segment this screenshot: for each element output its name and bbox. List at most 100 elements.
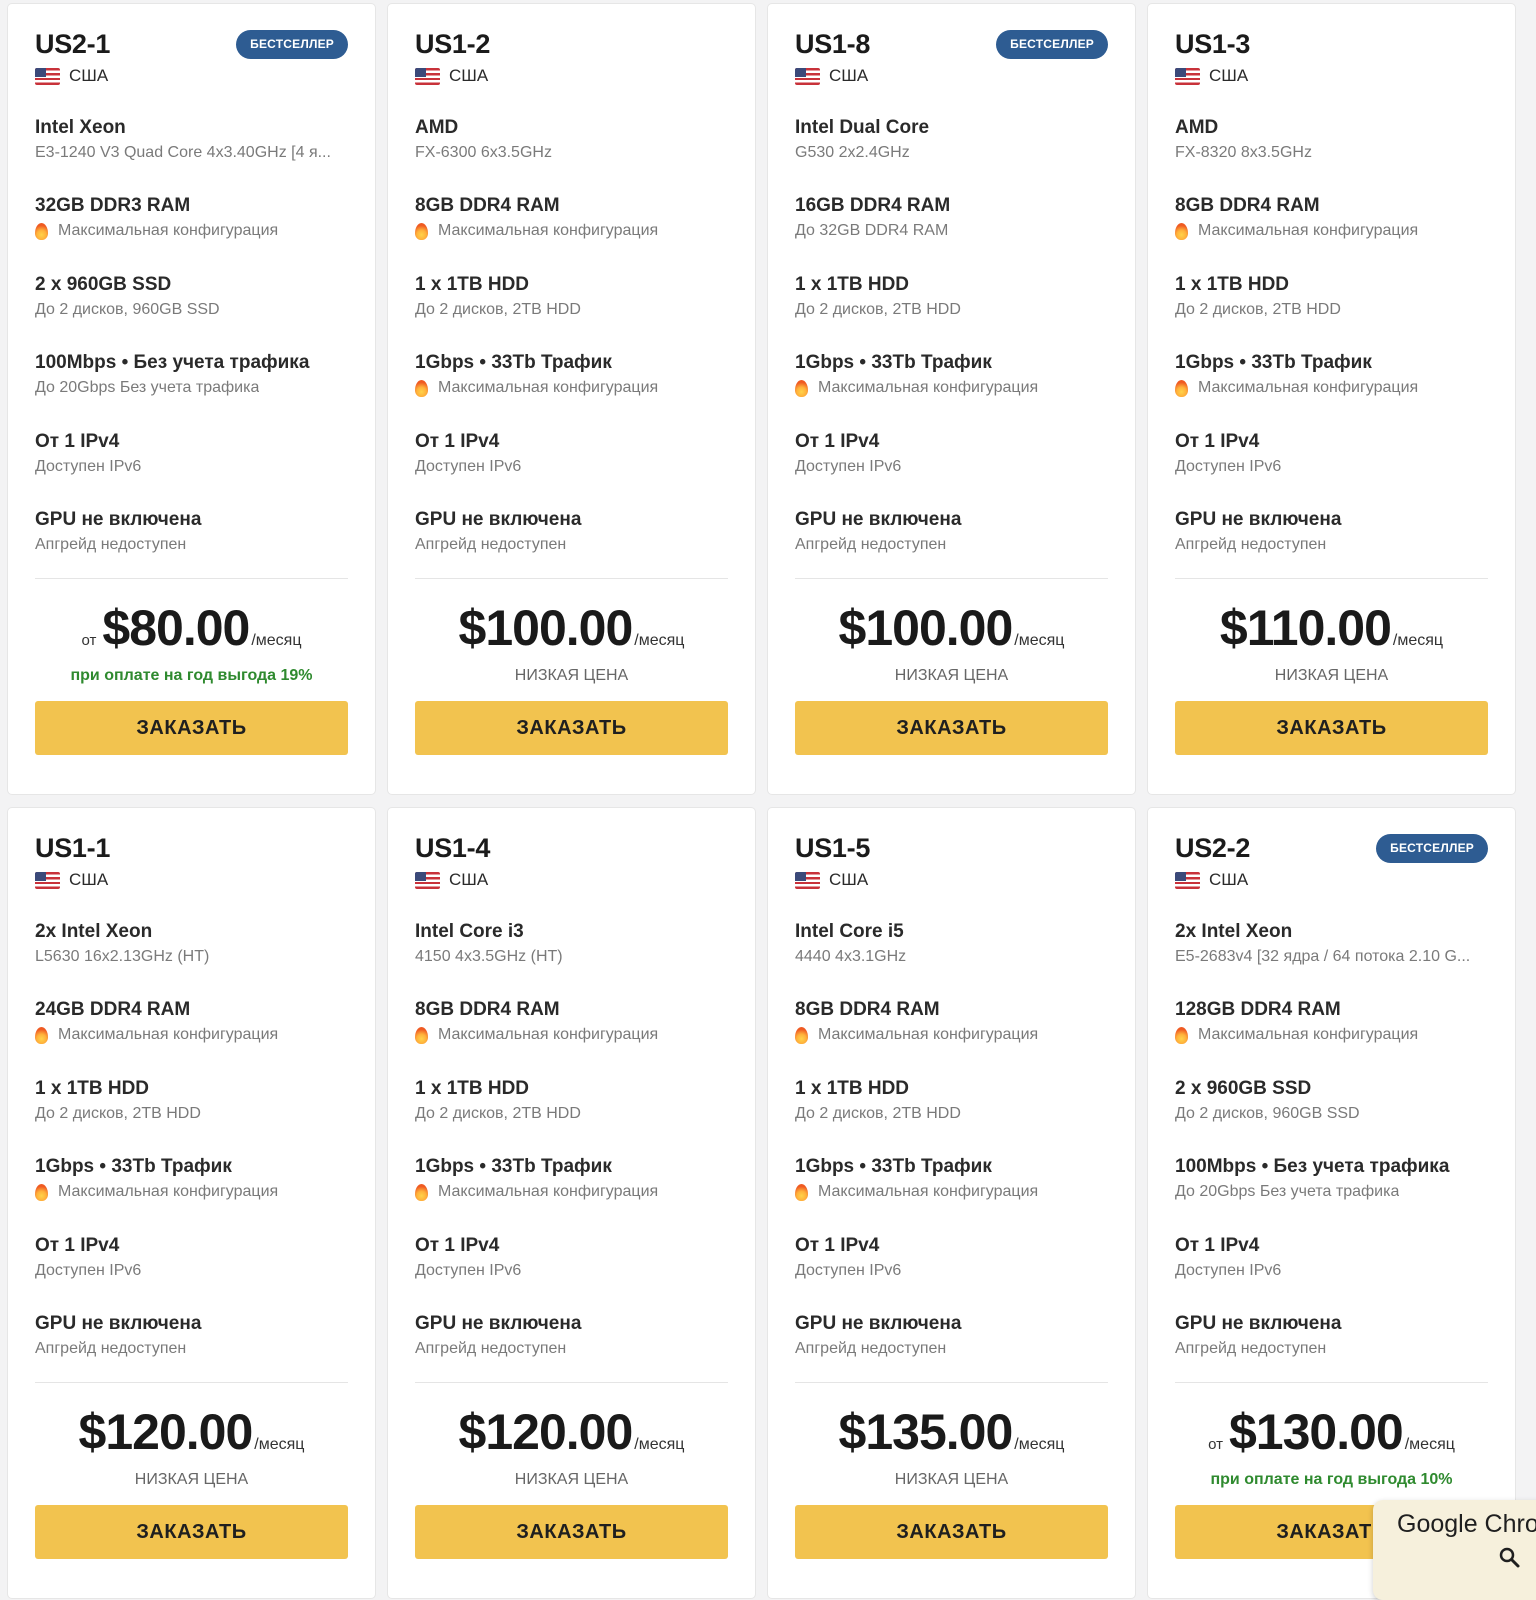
- plan-card: US1-4 США Intel Core i3 4150 4x3.5GHz (HT) 8…: [388, 808, 755, 1598]
- search-icon[interactable]: [1498, 1546, 1522, 1570]
- price-line: $120.00/месяц: [415, 1405, 728, 1459]
- bestseller-badge: БЕСТСЕЛЛЕР: [1376, 834, 1488, 863]
- price-period: /месяц: [1392, 632, 1444, 650]
- fire-icon: [1175, 222, 1188, 240]
- order-button[interactable]: ЗАКАЗАТЬ: [415, 1505, 728, 1560]
- plan-card: US1-8 БЕСТСЕЛЛЕР США Intel Dual Core G530 2x…: [768, 4, 1135, 794]
- spec-sub: До 32GB DDR4 RAM: [795, 221, 1108, 241]
- spec-main: 1Gbps • 33Tb Трафик: [1175, 352, 1372, 374]
- price-period: /месяц: [251, 632, 302, 650]
- spec-main: 1 x 1TB HDD: [415, 1077, 530, 1099]
- divider: [415, 578, 728, 580]
- spec-item: AMD FX-8320 8x3.5GHz: [1175, 116, 1488, 194]
- spec-main: Intel Core i5: [795, 921, 904, 942]
- spec-sub-text: Доступен IPv6: [1175, 1261, 1282, 1279]
- spec-sub-text: Максимальная конфигурация: [438, 379, 659, 397]
- spec-item: 32GB DDR3 RAM Максимальная конфигурация: [35, 194, 348, 272]
- order-button[interactable]: ЗАКАЗАТЬ: [1175, 701, 1488, 756]
- spec-item: 100Mbps • Без учета трафика До 20Gbps Без…: [1175, 1155, 1488, 1233]
- price-block: $135.00/месяц НИЗКАЯ ЦЕНА: [795, 1405, 1108, 1488]
- country-name: США: [69, 66, 109, 85]
- spec-main: 2x Intel Xeon: [35, 921, 153, 942]
- country-name: США: [829, 870, 869, 889]
- price-line: $100.00/месяц: [795, 601, 1108, 655]
- spec-item: 1 x 1TB HDD До 2 дисков, 2TB HDD: [795, 273, 1108, 351]
- divider: [795, 578, 1108, 580]
- spec-main: От 1 IPv4: [35, 1234, 120, 1256]
- spec-sub: Максимальная конфигурация: [415, 378, 728, 398]
- spec-item: От 1 IPv4 Доступен IPv6: [1175, 1234, 1488, 1312]
- card-header: US1-1 США: [35, 832, 348, 892]
- spec-sub: 4440 4x3.1GHz: [795, 947, 1108, 967]
- spec-item: 16GB DDR4 RAM До 32GB DDR4 RAM: [795, 194, 1108, 272]
- fire-icon: [35, 1026, 48, 1044]
- spec-main: 1 x 1TB HDD: [415, 273, 530, 295]
- spec-sub-text: E3-1240 V3 Quad Core 4x3.40GHz [4 я...: [35, 144, 331, 161]
- spec-list: AMD FX-8320 8x3.5GHz 8GB DDR4 RAM Максималь…: [1175, 116, 1488, 586]
- plan-name: US1-4: [415, 833, 491, 863]
- spec-sub: Апгрейд недоступен: [415, 1339, 728, 1359]
- divider: [415, 1382, 728, 1384]
- spec-main: Intel Xeon: [35, 117, 126, 138]
- order-button[interactable]: ЗАКАЗАТЬ: [35, 1505, 348, 1560]
- spec-main: 1 x 1TB HDD: [795, 273, 910, 295]
- spec-sub: Максимальная конфигурация: [1175, 221, 1488, 241]
- plans-grid: US2-1 БЕСТСЕЛЛЕР США Intel Xeon E3-1240 V3 Q…: [8, 4, 1515, 1598]
- spec-main: GPU не включена: [795, 1312, 962, 1334]
- order-button[interactable]: ЗАКАЗАТЬ: [795, 1505, 1108, 1560]
- us-flag-icon: [795, 871, 820, 889]
- plan-name: US1-2: [415, 29, 491, 59]
- us-flag-icon: [35, 871, 60, 889]
- spec-item: Intel Core i3 4150 4x3.5GHz (HT): [415, 920, 728, 998]
- country-row: США: [415, 66, 728, 86]
- spec-main: 1 x 1TB HDD: [35, 1077, 150, 1099]
- price-amount: $130.00: [1228, 1404, 1404, 1461]
- card-header: US1-5 США: [795, 832, 1108, 892]
- price-line: $135.00/месяц: [795, 1405, 1108, 1459]
- spec-main: 1Gbps • 33Tb Трафик: [795, 1156, 992, 1178]
- spec-item: От 1 IPv4 Доступен IPv6: [1175, 430, 1488, 508]
- fire-icon: [1175, 379, 1188, 397]
- price-block: $120.00/месяц НИЗКАЯ ЦЕНА: [415, 1405, 728, 1488]
- fire-icon: [415, 222, 428, 240]
- spec-sub-text: Доступен IPv6: [1175, 457, 1282, 475]
- spec-sub-text: До 2 дисков, 2TB HDD: [415, 1104, 581, 1122]
- spec-sub-text: Максимальная конфигурация: [58, 1026, 279, 1044]
- price-amount: $120.00: [78, 1404, 254, 1461]
- spec-main: 1 x 1TB HDD: [795, 1077, 910, 1099]
- price-amount: $120.00: [458, 1404, 634, 1461]
- spec-item: 1Gbps • 33Tb Трафик Максимальная конфигур…: [795, 351, 1108, 429]
- spec-sub: До 2 дисков, 2TB HDD: [795, 300, 1108, 320]
- spec-item: GPU не включена Апгрейд недоступен: [1175, 1312, 1488, 1390]
- spec-item: Intel Core i5 4440 4x3.1GHz: [795, 920, 1108, 998]
- spec-item: 8GB DDR4 RAM Максимальная конфигурация: [795, 998, 1108, 1076]
- spec-main: От 1 IPv4: [415, 1234, 500, 1256]
- spec-list: Intel Dual Core G530 2x2.4GHz 16GB DDR4 RA…: [795, 116, 1108, 586]
- order-button[interactable]: ЗАКАЗАТЬ: [415, 701, 728, 756]
- spec-sub-text: До 2 дисков, 2TB HDD: [1175, 300, 1341, 318]
- spec-main: 100Mbps • Без учета трафика: [35, 352, 310, 374]
- price-period: /месяц: [634, 632, 685, 650]
- order-button[interactable]: ЗАКАЗАТЬ: [795, 701, 1108, 756]
- price-line: $100.00/месяц: [415, 601, 728, 655]
- us-flag-icon: [1175, 871, 1200, 889]
- spec-sub: До 2 дисков, 2TB HDD: [415, 300, 728, 320]
- spec-sub: Доступен IPv6: [35, 457, 348, 477]
- spec-sub-text: До 2 дисков, 2TB HDD: [415, 300, 581, 318]
- card-header: US2-1 БЕСТСЕЛЛЕР США: [35, 28, 348, 88]
- fire-icon: [415, 1183, 428, 1201]
- price-line: $110.00/месяц: [1175, 601, 1488, 655]
- spec-main: AMD: [415, 117, 459, 138]
- divider: [1175, 1382, 1488, 1384]
- spec-item: От 1 IPv4 Доступен IPv6: [795, 1234, 1108, 1312]
- us-flag-icon: [415, 871, 440, 889]
- spec-main: 8GB DDR4 RAM: [415, 999, 560, 1021]
- spec-sub: Доступен IPv6: [795, 457, 1108, 477]
- spec-sub: Доступен IPv6: [1175, 457, 1488, 477]
- spec-sub: До 2 дисков, 960GB SSD: [35, 300, 348, 320]
- order-button[interactable]: ЗАКАЗАТЬ: [35, 701, 348, 756]
- spec-sub-text: Доступен IPv6: [795, 1261, 902, 1279]
- bestseller-badge: БЕСТСЕЛЛЕР: [996, 30, 1108, 59]
- spec-main: 24GB DDR4 RAM: [35, 999, 191, 1021]
- spec-main: 32GB DDR3 RAM: [35, 195, 191, 217]
